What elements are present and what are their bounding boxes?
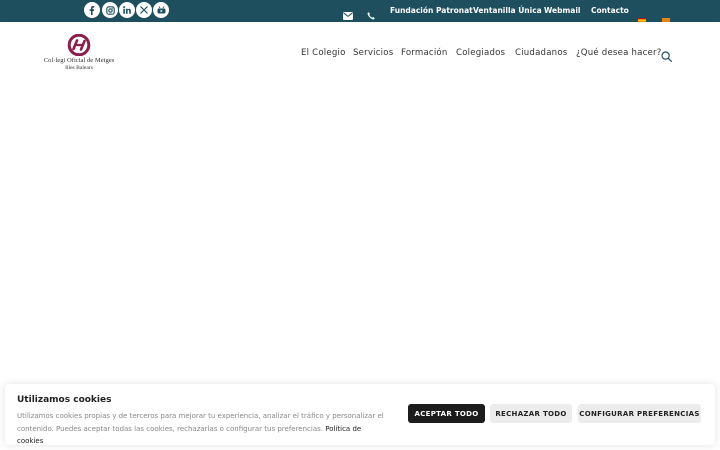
search-icon[interactable] xyxy=(661,47,672,66)
instagram-icon[interactable] xyxy=(102,2,118,18)
configure-preferences-button[interactable]: CONFIGURAR PREFERENCIAS xyxy=(578,404,701,423)
main-header: Col·legi Oficial de Metges Illes Balears… xyxy=(0,22,720,84)
facebook-icon[interactable] xyxy=(84,2,100,18)
top-link-contacto[interactable]: Contacto xyxy=(591,6,629,16)
nav-ciudadanos[interactable]: Ciudadanos xyxy=(515,48,567,59)
top-link-webmail[interactable]: Webmail xyxy=(544,6,580,16)
cookie-title: Utilizamos cookies xyxy=(17,395,112,405)
nav-que-desea-hacer[interactable]: ¿Qué desea hacer? xyxy=(576,48,662,59)
top-bar: Fundación Patronat Ventanilla Única Webm… xyxy=(0,0,720,23)
nav-servicios[interactable]: Servicios xyxy=(353,48,393,59)
logo-text-line1: Col·legi Oficial de Metges xyxy=(43,57,115,64)
youtube-icon[interactable] xyxy=(153,2,169,18)
accept-all-button[interactable]: ACEPTAR TODO xyxy=(408,404,485,423)
nav-el-colegio[interactable]: El Colegio xyxy=(301,48,346,59)
flag-ca-icon[interactable] xyxy=(662,8,670,23)
top-link-fundacion[interactable]: Fundación Patronat xyxy=(390,6,473,16)
nav-formacion[interactable]: Formación xyxy=(401,48,448,59)
flag-es-icon[interactable] xyxy=(638,8,646,23)
top-link-ventanilla[interactable]: Ventanilla Única xyxy=(473,6,542,16)
reject-all-button[interactable]: RECHAZAR TODO xyxy=(490,404,572,423)
x-icon[interactable] xyxy=(136,2,152,18)
site-logo[interactable]: Col·legi Oficial de Metges Illes Balears xyxy=(40,33,120,74)
linkedin-icon[interactable] xyxy=(119,2,135,18)
cookie-banner: Utilizamos cookies Utilizamos cookies pr… xyxy=(5,384,715,445)
logo-text-line2: Illes Balears xyxy=(65,65,93,71)
main-content xyxy=(0,84,720,384)
nav-colegiados[interactable]: Colegiados xyxy=(456,48,505,59)
cookie-description: Utilizamos cookies propias y de terceros… xyxy=(17,410,387,448)
